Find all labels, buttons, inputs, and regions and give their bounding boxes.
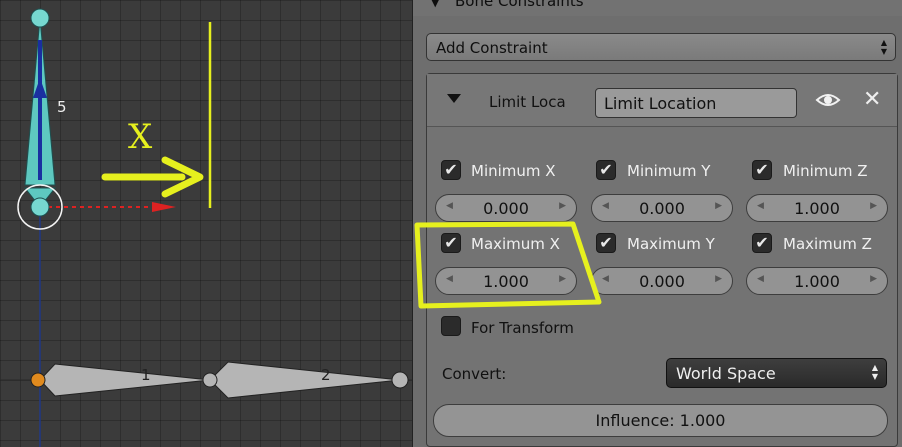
updown-arrows-icon: ▲ ▼ <box>871 363 878 381</box>
bone-1-head-joint <box>30 372 46 388</box>
influence-slider[interactable]: Influence: 1.000 <box>433 404 888 437</box>
viewport-scene: 5 X 1 2 <box>0 8 412 447</box>
convert-label: Convert: <box>442 365 507 383</box>
for-transform-label: For Transform <box>471 319 574 337</box>
convert-space-dropdown[interactable]: World Space ▲ ▼ <box>666 358 887 388</box>
bone-5-tail-joint <box>30 8 50 28</box>
for-transform-checkbox[interactable] <box>441 316 461 336</box>
3d-viewport[interactable]: 5 X 1 2 <box>0 0 412 447</box>
bone-label-5: 5 <box>57 98 67 116</box>
bone-label-1: 1 <box>141 366 151 384</box>
bone-5-head-joint <box>30 197 50 217</box>
bone-2-tail-joint <box>391 371 409 389</box>
bone-label-2: 2 <box>321 366 331 384</box>
bone-1 <box>39 363 211 397</box>
annotation-x-label: X <box>128 117 153 157</box>
x-axis-arrowhead <box>152 202 176 212</box>
bone-1-tail-joint <box>202 372 218 388</box>
bone-2 <box>209 361 401 399</box>
convert-space-value: World Space <box>676 364 776 383</box>
